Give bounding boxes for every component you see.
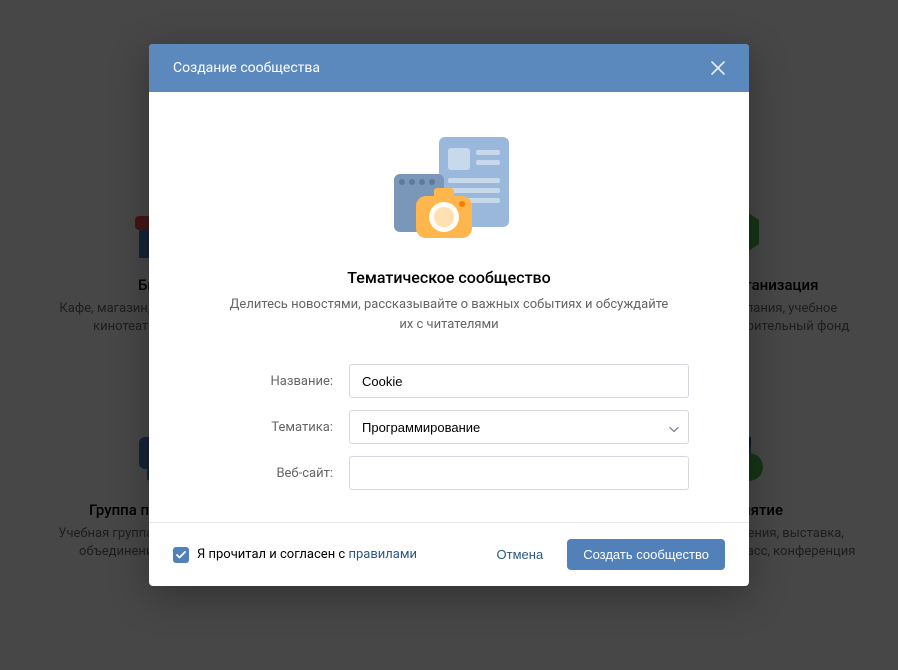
cancel-button[interactable]: Отмена (481, 539, 560, 570)
agreement-text: Я прочитал и согласен с правилами (197, 547, 417, 562)
close-button[interactable] (711, 61, 725, 75)
modal-footer: Я прочитал и согласен с правилами Отмена… (149, 522, 749, 586)
community-illustration (209, 132, 689, 252)
modal-title: Создание сообщества (173, 60, 320, 76)
modal-body: Тематическое сообщество Делитесь новостя… (149, 92, 749, 522)
topic-select[interactable]: Программирование (349, 410, 689, 444)
form-row-topic: Тематика: Программирование (209, 410, 689, 444)
checkbox-icon (173, 547, 189, 563)
agreement-checkbox-wrap[interactable]: Я прочитал и согласен с правилами (173, 547, 417, 563)
modal-header: Создание сообщества (149, 44, 749, 92)
website-input[interactable] (349, 456, 689, 490)
form-row-name: Название: (209, 364, 689, 398)
topic-label: Тематика: (209, 420, 349, 435)
website-label: Веб-сайт: (209, 466, 349, 481)
form-row-website: Веб-сайт: (209, 456, 689, 490)
name-label: Название: (209, 374, 349, 389)
create-community-modal: Создание сообщества (149, 44, 749, 586)
name-input[interactable] (349, 364, 689, 398)
community-type-desc: Делитесь новостями, рассказывайте о важн… (209, 295, 689, 334)
submit-button[interactable]: Создать сообщество (567, 539, 725, 570)
rules-link[interactable]: правилами (348, 547, 417, 562)
community-type-title: Тематическое сообщество (209, 268, 689, 287)
close-icon (711, 61, 725, 75)
